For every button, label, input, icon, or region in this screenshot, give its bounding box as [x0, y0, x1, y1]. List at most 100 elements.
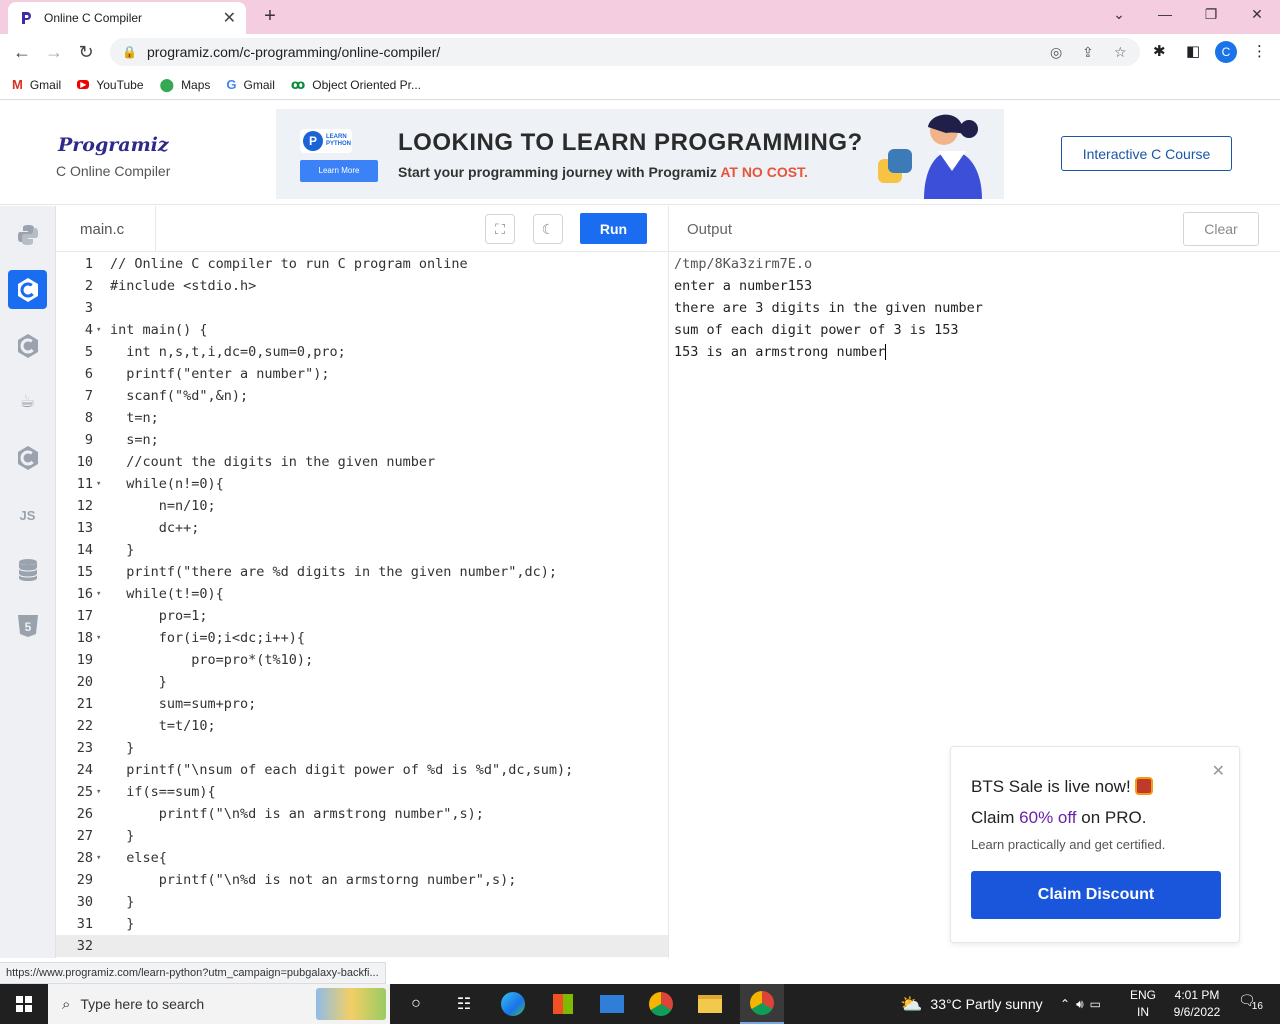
- code-line[interactable]: 27 }: [56, 825, 668, 847]
- fold-arrow-icon[interactable]: ▾: [96, 627, 101, 649]
- c-language-icon[interactable]: [8, 270, 47, 309]
- code-line[interactable]: 24 printf("\nsum of each digit power of …: [56, 759, 668, 781]
- notifications-icon[interactable]: 🗨︎16: [1238, 992, 1267, 1012]
- menu-icon[interactable]: ⋮: [1252, 42, 1267, 60]
- code-line[interactable]: 21 sum=sum+pro;: [56, 693, 668, 715]
- chevron-up-icon[interactable]: ⌃: [1060, 997, 1070, 1011]
- interactive-c-course-button[interactable]: Interactive C Course: [1061, 136, 1232, 171]
- dark-mode-icon[interactable]: ☾: [533, 214, 563, 244]
- chrome-icon[interactable]: [645, 988, 677, 1020]
- code-line[interactable]: 1 // Online C compiler to run C program o…: [56, 253, 668, 275]
- fullscreen-icon[interactable]: ⛶: [485, 214, 515, 244]
- forward-icon[interactable]: →: [38, 36, 70, 68]
- programiz-logo[interactable]: Programiz: [58, 134, 169, 156]
- code-line[interactable]: 30 }: [56, 891, 668, 913]
- code-line[interactable]: 20 }: [56, 671, 668, 693]
- code-line[interactable]: 7 scanf("%d",&n);: [56, 385, 668, 407]
- claim-discount-button[interactable]: Claim Discount: [971, 871, 1221, 919]
- code-line[interactable]: 32: [56, 935, 668, 957]
- fold-arrow-icon[interactable]: ▾: [96, 473, 101, 495]
- volume-icon[interactable]: 🔊︎: [1076, 997, 1084, 1012]
- bookmark-gmail-2[interactable]: G Gmail: [226, 77, 274, 92]
- chrome-profile-icon[interactable]: [740, 984, 784, 1024]
- fold-arrow-icon[interactable]: ▾: [96, 583, 101, 605]
- code-line[interactable]: 16 ▾ while(t!=0){: [56, 583, 668, 605]
- bookmark-gmail[interactable]: M Gmail: [12, 77, 61, 92]
- code-line[interactable]: 9 s=n;: [56, 429, 668, 451]
- task-view-icon[interactable]: ○: [400, 988, 432, 1020]
- restore-button[interactable]: ❐: [1199, 6, 1223, 23]
- code-editor[interactable]: 1 // Online C compiler to run C program o…: [56, 252, 668, 958]
- address-bar[interactable]: 🔒 programiz.com/c-programming/online-com…: [110, 38, 1140, 66]
- javascript-language-icon[interactable]: JS: [8, 496, 47, 535]
- share-icon[interactable]: ⇪: [1082, 44, 1094, 61]
- html5-language-icon[interactable]: 5: [8, 606, 47, 645]
- weather-widget[interactable]: ⛅ 33°C Partly sunny: [900, 984, 1043, 1024]
- code-line[interactable]: 13 dc++;: [56, 517, 668, 539]
- ad-banner[interactable]: P LEARN PYTHON Learn More LOOKING TO LEAR…: [276, 109, 1004, 199]
- sql-database-icon[interactable]: [8, 550, 47, 589]
- code-line[interactable]: 4 ▾ int main() {: [56, 319, 668, 341]
- ad-learn-more-button[interactable]: Learn More: [300, 160, 378, 182]
- lock-icon[interactable]: 🔒: [122, 45, 137, 59]
- cplusplus-language-icon[interactable]: [8, 326, 47, 365]
- bookmark-maps[interactable]: ⬤ Maps: [160, 77, 211, 93]
- close-tab-icon[interactable]: ✕: [223, 8, 236, 28]
- windows-start-icon[interactable]: [0, 984, 48, 1024]
- code-line[interactable]: 14 }: [56, 539, 668, 561]
- code-line[interactable]: 22 t=t/10;: [56, 715, 668, 737]
- side-panel-icon[interactable]: ◧: [1186, 42, 1200, 60]
- extensions-icon[interactable]: ✱: [1153, 42, 1166, 60]
- code-line[interactable]: 2 #include <stdio.h>: [56, 275, 668, 297]
- star-icon[interactable]: ☆: [1114, 44, 1127, 61]
- network-icon[interactable]: ▭: [1090, 997, 1101, 1011]
- browser-tab[interactable]: Online C Compiler ✕: [8, 2, 246, 34]
- code-line[interactable]: 19 pro=pro*(t%10);: [56, 649, 668, 671]
- fold-arrow-icon[interactable]: ▾: [96, 781, 101, 803]
- code-line[interactable]: 15 printf("there are %d digits in the gi…: [56, 561, 668, 583]
- clear-button[interactable]: Clear: [1183, 212, 1259, 246]
- code-line[interactable]: 31 }: [56, 913, 668, 935]
- back-icon[interactable]: ←: [6, 36, 38, 68]
- fold-arrow-icon[interactable]: ▾: [96, 319, 101, 341]
- code-line[interactable]: 11 ▾ while(n!=0){: [56, 473, 668, 495]
- code-line[interactable]: 3: [56, 297, 668, 319]
- close-popup-icon[interactable]: ✕: [1212, 761, 1225, 781]
- new-tab-button[interactable]: +: [258, 5, 282, 29]
- mail-icon[interactable]: [596, 988, 628, 1020]
- language-indicator[interactable]: ENG IN: [1130, 987, 1156, 1021]
- profile-avatar[interactable]: C: [1215, 41, 1237, 63]
- csharp-language-icon[interactable]: [8, 438, 47, 477]
- code-line[interactable]: 25 ▾ if(s==sum){: [56, 781, 668, 803]
- bookmark-object-oriented[interactable]: ꝏ Object Oriented Pr...: [291, 77, 421, 93]
- fold-arrow-icon[interactable]: ▾: [96, 847, 101, 869]
- code-line[interactable]: 26 printf("\n%d is an armstrong number",…: [56, 803, 668, 825]
- tab-search-icon[interactable]: ⌄: [1107, 6, 1131, 23]
- code-line[interactable]: 5 int n,s,t,i,dc=0,sum=0,pro;: [56, 341, 668, 363]
- reload-icon[interactable]: ↻: [70, 36, 102, 68]
- java-language-icon[interactable]: ☕: [8, 382, 47, 421]
- close-window-button[interactable]: ✕: [1245, 6, 1269, 23]
- minimize-button[interactable]: —: [1153, 6, 1177, 22]
- code-line[interactable]: 28 ▾ else{: [56, 847, 668, 869]
- python-language-icon[interactable]: [8, 215, 47, 254]
- eye-off-icon[interactable]: ◎: [1050, 44, 1062, 61]
- bookmark-youtube[interactable]: ▶ YouTube: [77, 78, 144, 92]
- code-line[interactable]: 18 ▾ for(i=0;i<dc;i++){: [56, 627, 668, 649]
- run-button[interactable]: Run: [580, 213, 647, 244]
- code-line[interactable]: 29 printf("\n%d is not an armstorng numb…: [56, 869, 668, 891]
- code-line[interactable]: 17 pro=1;: [56, 605, 668, 627]
- file-tab[interactable]: main.c: [56, 206, 156, 252]
- microsoft-store-icon[interactable]: [547, 988, 579, 1020]
- file-explorer-icon[interactable]: [694, 988, 726, 1020]
- widgets-icon[interactable]: ☷: [448, 988, 480, 1020]
- code-line[interactable]: 23 }: [56, 737, 668, 759]
- code-line[interactable]: 12 n=n/10;: [56, 495, 668, 517]
- code-line[interactable]: 10 //count the digits in the given numbe…: [56, 451, 668, 473]
- code-line[interactable]: 6 printf("enter a number");: [56, 363, 668, 385]
- code-line[interactable]: 8 t=n;: [56, 407, 668, 429]
- clock[interactable]: 4:01 PM 9/6/2022: [1166, 987, 1228, 1021]
- taskbar-search-box[interactable]: ⌕ Type here to search: [48, 984, 390, 1024]
- line-number: 18: [76, 630, 93, 646]
- edge-browser-icon[interactable]: [497, 988, 529, 1020]
